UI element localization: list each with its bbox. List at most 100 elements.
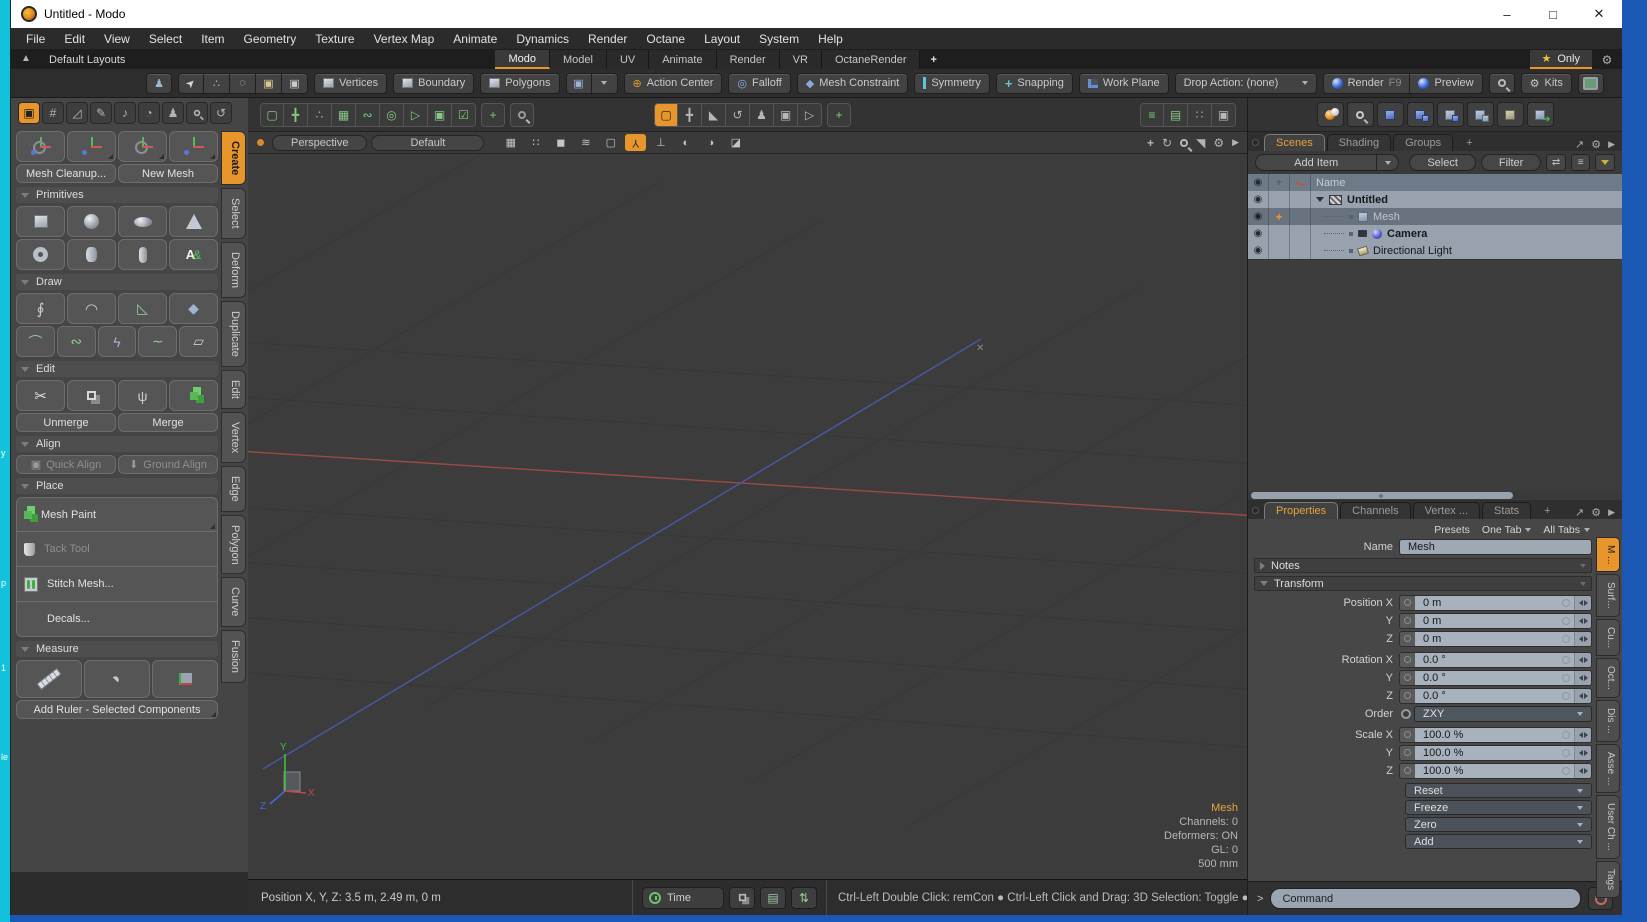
- tab-groups[interactable]: Groups: [1393, 134, 1453, 151]
- layout-tab-render[interactable]: Render: [717, 50, 780, 69]
- time-tools-icon[interactable]: ◔: [138, 102, 160, 124]
- freeze-dropdown[interactable]: Freeze: [1405, 800, 1592, 815]
- cube-gray-icon[interactable]: ▣: [282, 73, 308, 94]
- split-arrows-button[interactable]: ⇅: [791, 887, 817, 909]
- projection-selector[interactable]: Perspective: [272, 135, 367, 151]
- measure-section-header[interactable]: Measure: [16, 641, 218, 657]
- vertices-mode-button[interactable]: Vertices: [314, 73, 387, 94]
- edit-duplicate-tool[interactable]: [67, 380, 116, 411]
- order-dropdown[interactable]: ZXY: [1414, 706, 1592, 722]
- draw-curve-tool[interactable]: ∾: [57, 326, 96, 357]
- primitive-sphere-button[interactable]: [67, 206, 116, 237]
- tab-shading[interactable]: Shading: [1327, 134, 1391, 151]
- add-mesh-pile-icon[interactable]: [1407, 102, 1434, 127]
- menu-item[interactable]: Item: [201, 32, 224, 46]
- zero-dropdown[interactable]: Zero: [1405, 817, 1592, 832]
- position-z-field[interactable]: 0 m: [1399, 631, 1592, 647]
- name-column-header[interactable]: Name: [1311, 174, 1622, 191]
- primitive-torus-button[interactable]: [16, 239, 65, 270]
- crop-tools-icon[interactable]: ◿: [66, 102, 88, 124]
- name-field[interactable]: [1399, 539, 1592, 555]
- target-ops-icon[interactable]: ◎: [380, 103, 404, 127]
- tab-edge[interactable]: Edge: [221, 466, 246, 512]
- scale-y-field[interactable]: 100.0 %: [1399, 745, 1592, 761]
- side-tab-tags[interactable]: Tags: [1596, 861, 1620, 898]
- layout-tab-vr[interactable]: VR: [780, 50, 822, 69]
- add-ruler-button[interactable]: Add Ruler - Selected Components: [16, 700, 218, 719]
- filter-button[interactable]: Filter: [1481, 154, 1541, 171]
- lasso-select-icon[interactable]: ◌: [230, 73, 256, 94]
- primitive-text-button[interactable]: A&: [169, 239, 218, 270]
- menu-edit[interactable]: Edit: [64, 32, 85, 46]
- ghost-rotate-icon[interactable]: ↺: [726, 103, 750, 127]
- add-channel-icon[interactable]: +: [1275, 210, 1282, 224]
- position-x-field[interactable]: 0 m: [1399, 595, 1592, 611]
- menu-help[interactable]: Help: [818, 32, 843, 46]
- instance-item-icon[interactable]: [1467, 102, 1494, 127]
- item-list-scrollbar[interactable]: [1248, 491, 1622, 500]
- polygons-mode-button[interactable]: Polygons: [480, 73, 559, 94]
- falloff-button[interactable]: ◎Falloff: [728, 73, 790, 94]
- edit-slice-tool[interactable]: ✂: [16, 380, 65, 411]
- item-row-directional-light[interactable]: ◉ Directional Light: [1248, 242, 1622, 259]
- reflection-toggle-icon[interactable]: ◑: [700, 134, 721, 151]
- symmetry-button[interactable]: Symmetry: [914, 73, 990, 94]
- search-button[interactable]: [1489, 73, 1515, 94]
- layout-tab-animate[interactable]: Animate: [649, 50, 716, 69]
- merge-button[interactable]: Merge: [118, 413, 218, 432]
- collapse-layouts-icon[interactable]: ▲: [21, 53, 35, 69]
- light-toggle-icon[interactable]: ⊥: [650, 134, 671, 151]
- shadow-toggle-icon[interactable]: ◐: [675, 134, 696, 151]
- ghost-pose-icon[interactable]: ♟: [750, 103, 774, 127]
- bars-button[interactable]: ▤: [760, 887, 786, 909]
- snapping-button[interactable]: +Snapping: [996, 73, 1073, 94]
- transform-section-header[interactable]: Transform: [1254, 576, 1592, 591]
- cube-shaded-icon[interactable]: ▣: [256, 73, 282, 94]
- menu-layout[interactable]: Layout: [704, 32, 740, 46]
- presets-label[interactable]: Presets: [1434, 524, 1470, 536]
- base-tools-icon[interactable]: ▣: [18, 102, 40, 124]
- draw-patch-tool[interactable]: ◠: [67, 293, 116, 324]
- primitives-section-header[interactable]: Primitives: [16, 187, 218, 203]
- menu-system[interactable]: System: [759, 32, 799, 46]
- import-item-icon[interactable]: ➔: [1527, 102, 1554, 127]
- select-button[interactable]: Select: [1409, 154, 1476, 171]
- search-item-icon[interactable]: [1347, 102, 1374, 127]
- add-ghost-button[interactable]: +: [827, 103, 851, 127]
- only-toggle[interactable]: ★ Only: [1530, 50, 1593, 69]
- layout-tab-uv[interactable]: UV: [607, 50, 649, 69]
- layout-tab-modo[interactable]: Modo: [495, 50, 550, 69]
- zoom-view-icon[interactable]: [1180, 139, 1188, 147]
- preview-ball-icon[interactable]: [1317, 102, 1344, 127]
- properties-gear-icon[interactable]: ⚙: [1591, 506, 1601, 519]
- place-section-header[interactable]: Place: [16, 478, 218, 494]
- order-radio[interactable]: [1401, 709, 1411, 719]
- tab-scenes[interactable]: Scenes: [1264, 134, 1325, 151]
- time-button[interactable]: Time: [642, 887, 724, 909]
- eye-icon[interactable]: ◉: [1254, 194, 1263, 205]
- inspect-op-button[interactable]: [510, 103, 534, 127]
- uv-ops-icon[interactable]: ▦: [332, 103, 356, 127]
- tab-pin-icon[interactable]: [1252, 507, 1259, 514]
- close-button[interactable]: ✕: [1576, 0, 1622, 28]
- unmerge-button[interactable]: Unmerge: [16, 413, 116, 432]
- menu-render[interactable]: Render: [588, 32, 627, 46]
- draw-section-header[interactable]: Draw: [16, 274, 218, 290]
- draw-polyline-tool[interactable]: ϟ: [98, 326, 137, 357]
- swap-columns-icon[interactable]: ⇄: [1546, 154, 1566, 171]
- mesh-cleanup-button[interactable]: Mesh Cleanup...: [16, 164, 116, 183]
- reset-tools-icon[interactable]: ↺: [210, 102, 232, 124]
- rotation-x-field[interactable]: 0.0 °: [1399, 652, 1592, 668]
- new-mesh-button[interactable]: New Mesh: [118, 164, 218, 183]
- add-layout-tab-button[interactable]: +: [920, 50, 946, 69]
- tab-fusion[interactable]: Fusion: [221, 630, 246, 683]
- play-ops-icon[interactable]: ▷: [404, 103, 428, 127]
- item-row-mesh[interactable]: ◉ + Mesh: [1248, 208, 1622, 225]
- tab-deform[interactable]: Deform: [221, 242, 246, 298]
- tab-create[interactable]: Create: [221, 131, 246, 185]
- eye-icon[interactable]: ◉: [1254, 245, 1263, 256]
- tab-select[interactable]: Select: [221, 188, 246, 239]
- tab-pin-icon[interactable]: [1252, 139, 1259, 146]
- layouts-label[interactable]: Default Layouts: [49, 50, 125, 69]
- quad-view-icon[interactable]: ∷: [525, 134, 546, 151]
